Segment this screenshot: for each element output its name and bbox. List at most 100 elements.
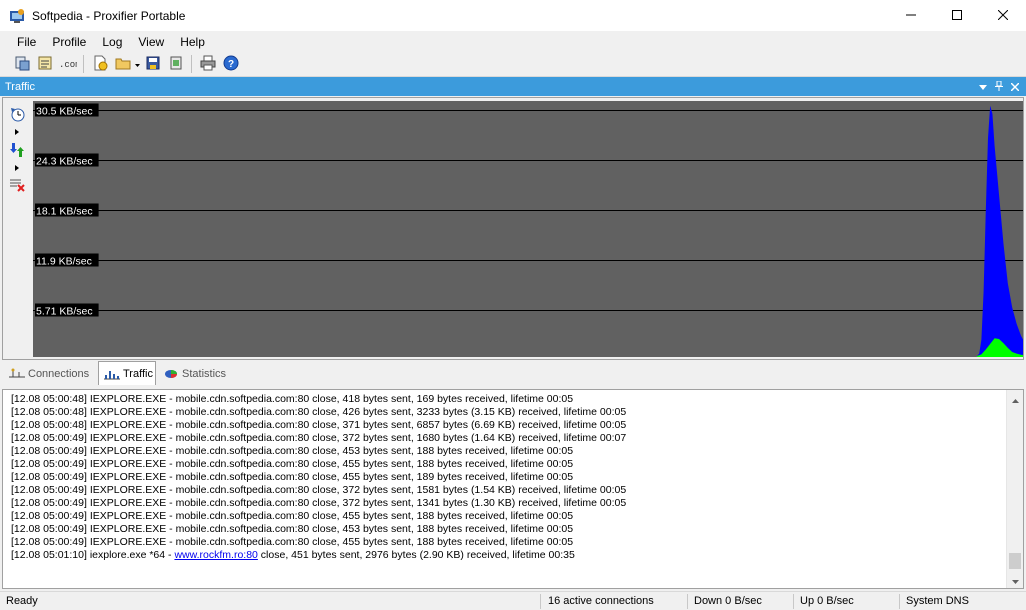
status-ready: Ready: [6, 595, 38, 607]
clear-list-icon: [9, 176, 25, 195]
tab-label: Connections: [28, 368, 90, 380]
connections-icon: [9, 367, 25, 381]
chevron-right-icon: [15, 160, 19, 174]
traffic-chart-svg: 30.5 KB/sec 24.3 KB/sec 18.1 KB/sec 11.9 KB…: [33, 103, 1023, 357]
y-tick-label: 18.1 KB/sec: [36, 206, 93, 218]
y-tick-label: 11.9 KB/sec: [36, 256, 92, 268]
menu-help[interactable]: Help: [172, 33, 213, 51]
log-host-link[interactable]: www.rockfm.ro:80: [174, 549, 257, 561]
svg-text:?: ?: [227, 59, 233, 70]
proxification-rules-icon: [37, 55, 53, 74]
scroll-down-button[interactable]: [1007, 571, 1024, 588]
save-profile-button[interactable]: [141, 53, 164, 75]
menu-view[interactable]: View: [130, 33, 172, 51]
toolbar-separator: [83, 55, 84, 73]
proxy-servers-button[interactable]: [10, 53, 33, 75]
export-profile-icon: [168, 55, 184, 74]
status-up-speed: Up 0 B/sec: [800, 595, 854, 607]
panel-dropdown-button[interactable]: [976, 80, 990, 94]
traffic-area: 30.5 KB/sec 24.3 KB/sec 18.1 KB/sec 11.9 KB…: [2, 97, 1024, 360]
clear-graph-button[interactable]: [8, 176, 26, 194]
open-profile-dropdown[interactable]: [134, 53, 141, 75]
scroll-up-button[interactable]: [1007, 390, 1024, 407]
y-tick-label: 24.3 KB/sec: [36, 156, 93, 168]
name-resolution-icon: .com: [59, 56, 81, 73]
log-line: [12.08 05:00:48] IEXPLORE.EXE - mobile.c…: [11, 419, 627, 431]
tab-label: Statistics: [182, 368, 227, 380]
minimize-icon: [906, 9, 916, 23]
log-line: [12.08 05:00:49] IEXPLORE.EXE - mobile.c…: [11, 536, 574, 548]
log-scrollbar[interactable]: [1006, 390, 1023, 588]
log-line: [12.08 05:00:48] IEXPLORE.EXE - mobile.c…: [11, 393, 574, 405]
scroll-up-icon: [1012, 392, 1019, 406]
clock-icon: [9, 106, 25, 125]
close-icon: [1010, 80, 1020, 94]
log-line: [12.08 05:00:49] IEXPLORE.EXE - mobile.c…: [11, 445, 574, 457]
traffic-graph: 30.5 KB/sec 24.3 KB/sec 18.1 KB/sec 11.9 KB…: [33, 101, 1023, 357]
traffic-icon: [104, 367, 120, 381]
minimize-button[interactable]: [888, 0, 934, 31]
help-button[interactable]: ?: [219, 53, 242, 75]
scroll-down-icon: [1012, 573, 1019, 587]
graph-speed-button[interactable]: [8, 106, 26, 124]
export-profile-button[interactable]: [164, 53, 187, 75]
tab-traffic[interactable]: Traffic: [98, 361, 156, 385]
scroll-thumb[interactable]: [1009, 553, 1021, 569]
dropdown-icon: [979, 80, 987, 94]
save-profile-icon: [145, 55, 161, 74]
log-panel[interactable]: [12.08 05:00:48] IEXPLORE.EXE - mobile.c…: [2, 389, 1024, 589]
close-icon: [997, 9, 1009, 23]
proxy-servers-icon: [14, 55, 30, 74]
traffic-panel-header: Traffic: [0, 77, 1026, 96]
panel-pin-button[interactable]: [992, 80, 1006, 94]
new-profile-button[interactable]: [88, 53, 111, 75]
log-line: [12.08 05:00:49] IEXPLORE.EXE - mobile.c…: [11, 510, 574, 522]
log-line-suffix: close, 451 bytes sent, 2976 bytes (2.90 …: [257, 549, 575, 561]
status-separator: [540, 594, 541, 609]
up-down-arrows-icon: [9, 142, 25, 161]
new-profile-icon: [92, 55, 108, 74]
log-lines: [12.08 05:00:48] IEXPLORE.EXE - mobile.c…: [11, 393, 1006, 587]
log-line: [12.08 05:00:49] IEXPLORE.EXE - mobile.c…: [11, 458, 574, 470]
proxification-rules-button[interactable]: [33, 53, 56, 75]
menu-log[interactable]: Log: [94, 33, 130, 51]
log-line: [12.08 05:00:49] IEXPLORE.EXE - mobile.c…: [11, 484, 627, 496]
name-resolution-button[interactable]: .com: [56, 53, 81, 75]
speed-dropdown-arrow[interactable]: [14, 127, 20, 135]
log-line-prefix: [12.08 05:01:10] iexplore.exe *64 -: [11, 549, 175, 561]
status-dns: System DNS: [906, 595, 969, 607]
dropdown-arrow-icon: [135, 57, 140, 71]
log-line: [12.08 05:00:49] IEXPLORE.EXE - mobile.c…: [11, 497, 627, 509]
bottom-tab-bar: Connections Traffic Statistics: [2, 361, 1024, 385]
graph-direction-button[interactable]: [8, 142, 26, 160]
title-bar: Softpedia - Proxifier Portable: [0, 0, 1026, 31]
y-tick-label: 30.5 KB/sec: [36, 106, 93, 118]
panel-title: Traffic: [5, 80, 35, 93]
panel-close-button[interactable]: [1008, 80, 1022, 94]
tab-connections[interactable]: Connections: [4, 363, 96, 385]
tab-statistics[interactable]: Statistics: [158, 363, 238, 385]
log-line: [12.08 05:00:49] IEXPLORE.EXE - mobile.c…: [11, 471, 574, 483]
status-bar: Ready 16 active connections Down 0 B/sec…: [0, 591, 1026, 610]
menu-file[interactable]: File: [9, 33, 44, 51]
proxifier-app-icon[interactable]: [9, 8, 25, 24]
log-line: [12.08 05:01:10] iexplore.exe *64 - www.…: [11, 549, 1006, 562]
open-profile-button[interactable]: [111, 53, 134, 75]
status-down-speed: Down 0 B/sec: [694, 595, 762, 607]
graph-side-toolbar: [3, 98, 31, 359]
status-connections: 16 active connections: [548, 595, 654, 607]
tab-label: Traffic: [123, 367, 153, 380]
close-button[interactable]: [980, 0, 1026, 31]
print-icon: [200, 55, 216, 74]
menu-profile[interactable]: Profile: [44, 33, 94, 51]
menu-bar: File Profile Log View Help: [0, 31, 1026, 52]
log-line: [12.08 05:00:49] IEXPLORE.EXE - mobile.c…: [11, 523, 574, 535]
print-button[interactable]: [196, 53, 219, 75]
toolbar: .com ?: [0, 52, 1026, 77]
maximize-button[interactable]: [934, 0, 980, 31]
chevron-right-icon: [15, 124, 19, 138]
traffic-series-blue-area: [977, 105, 1023, 357]
log-line: [12.08 05:00:48] IEXPLORE.EXE - mobile.c…: [11, 406, 627, 418]
window-title: Softpedia - Proxifier Portable: [32, 8, 186, 23]
direction-dropdown-arrow[interactable]: [14, 163, 20, 171]
